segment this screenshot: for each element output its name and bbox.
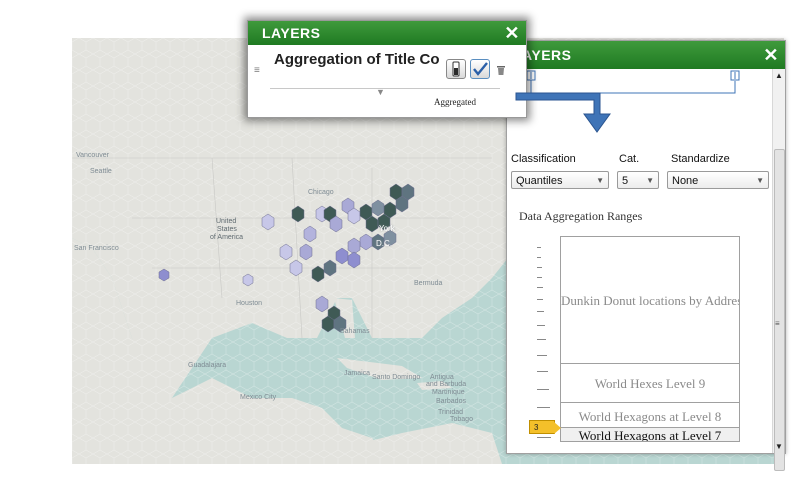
- chevron-down-icon: ▼: [756, 176, 764, 185]
- range-label: World Hexagons at Level 8: [578, 409, 722, 424]
- chevron-down-icon: ▼: [596, 176, 604, 185]
- chevron-down-icon: ▼: [646, 176, 654, 185]
- label-tobago: Tobago: [450, 416, 473, 423]
- range-level-7[interactable]: World Hexagons at Level 7: [560, 427, 740, 442]
- label-santo-domingo: Santo Domingo: [372, 374, 421, 381]
- standardize-select[interactable]: None ▼: [667, 171, 769, 189]
- label-bahamas: Bahamas: [340, 328, 370, 335]
- layer-name: Aggregation of Title Co: [274, 51, 440, 68]
- label-trinidad: Trinidad: [438, 409, 464, 416]
- close-icon[interactable]: ✕: [763, 41, 779, 69]
- panel-right-scrollbar[interactable]: ▲ ≡ ▼: [772, 69, 785, 471]
- scroll-down-icon[interactable]: ▼: [775, 442, 783, 451]
- cat-value: 5: [622, 175, 629, 187]
- label-mexico-city: Mexico City: [240, 394, 277, 401]
- label-san-francisco: San Francisco: [74, 245, 119, 252]
- scroll-up-icon[interactable]: ▲: [775, 71, 783, 80]
- label-barbados: Barbados: [436, 398, 466, 405]
- scroll-thumb[interactable]: [774, 149, 785, 471]
- label-vancouver: Vancouver: [76, 152, 109, 159]
- classification-select[interactable]: Quantiles ▼: [511, 171, 609, 189]
- layer-properties-button[interactable]: [446, 59, 466, 79]
- range-label: World Hexes Level 9: [594, 376, 706, 391]
- scroll-grip-icon: ≡: [775, 319, 780, 328]
- range-level-9[interactable]: World Hexes Level 9: [560, 363, 740, 403]
- checkmark-icon: [473, 62, 488, 76]
- range-level-8[interactable]: World Hexagons at Level 8: [560, 402, 740, 430]
- layer-style-icon: [452, 61, 460, 77]
- standardize-value: None: [672, 175, 699, 187]
- label-chicago: Chicago: [308, 189, 334, 196]
- aggregated-label: Aggregated: [434, 97, 476, 107]
- range-slider-handle[interactable]: 3: [529, 420, 561, 434]
- flow-arrow-icon: [515, 92, 611, 133]
- trash-icon[interactable]: [496, 64, 506, 76]
- classification-value: Quantiles: [516, 175, 563, 187]
- label-states: States: [217, 226, 237, 233]
- range-label: World Hexagons at Level 7: [578, 428, 722, 442]
- label-bermuda: Bermuda: [414, 280, 443, 287]
- label-guadalajara: Guadalajara: [188, 362, 227, 369]
- standardize-label: Standardize: [671, 153, 730, 165]
- layer-visibility-checkbox[interactable]: [470, 59, 490, 79]
- range-label: Dunkin Donut locations by Address: [561, 293, 740, 308]
- label-antigua: Antigua: [430, 374, 454, 381]
- cat-label: Cat.: [619, 153, 640, 165]
- label-united: United: [216, 218, 237, 225]
- layers-panel-right-titlebar[interactable]: LAYERS ✕: [507, 41, 785, 69]
- expand-chevron-icon[interactable]: ▼: [376, 87, 385, 97]
- cat-select[interactable]: 5 ▼: [617, 171, 659, 189]
- layers-panel-left-title: LAYERS: [262, 25, 321, 41]
- range-level-dunkin[interactable]: Dunkin Donut locations by Address: [560, 236, 740, 364]
- drag-handle-icon[interactable]: ≡: [254, 65, 260, 76]
- ranges-title: Data Aggregation Ranges: [519, 209, 643, 223]
- range-handle-value: 3: [534, 423, 539, 432]
- layers-panel-left: LAYERS ✕ ≡ Aggregation of Title Co ▼ Agg…: [247, 20, 527, 118]
- label-houston: Houston: [236, 300, 263, 307]
- label-and-barbuda: and Barbuda: [426, 381, 467, 388]
- close-icon[interactable]: ✕: [504, 21, 520, 45]
- classification-label: Classification: [511, 153, 576, 165]
- label-jamaica: Jamaica: [344, 370, 371, 377]
- label-of-america: of America: [210, 234, 244, 241]
- label-washington: D.C.: [376, 239, 392, 248]
- layers-panel-left-titlebar[interactable]: LAYERS ✕: [248, 21, 526, 45]
- label-new-york: York: [379, 224, 395, 233]
- layer-divider: [270, 88, 500, 89]
- label-seattle: Seattle: [90, 168, 112, 175]
- label-martinique: Martinique: [432, 389, 465, 396]
